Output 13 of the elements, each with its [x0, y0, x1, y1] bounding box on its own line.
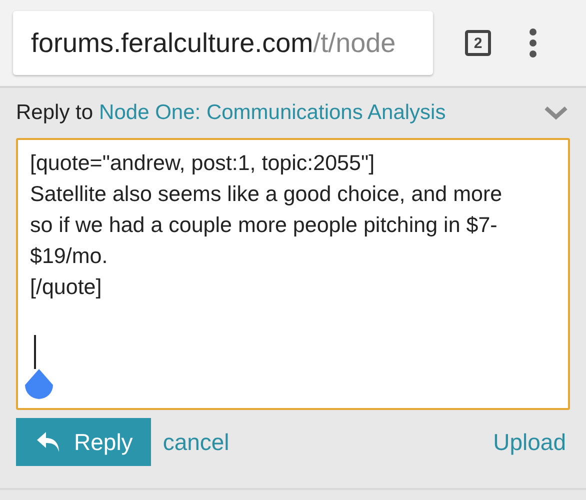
cancel-link[interactable]: cancel: [162, 428, 230, 456]
reply-editor[interactable]: [quote="andrew, post:1, topic:2055"] Satellite also seems like a good choice, and more so if we had a couple more people pitching in $7- $19/mo. [/quote]: [16, 138, 570, 410]
topic-link[interactable]: Node One: Communications Analysis: [99, 101, 446, 125]
url-path: /t/node: [313, 28, 396, 58]
reply-button[interactable]: Reply: [16, 418, 151, 466]
menu-icon[interactable]: [529, 28, 537, 58]
reply-label: Reply to: [16, 101, 94, 125]
address-bar[interactable]: forums.feralculture.com/t/node: [13, 11, 433, 75]
url-host: forums.feralculture.com: [31, 28, 314, 58]
chevron-down-icon[interactable]: [544, 106, 568, 120]
reply-arrow-icon: [36, 431, 62, 453]
upload-link[interactable]: Upload: [493, 428, 566, 456]
tab-count-button[interactable]: 2: [465, 30, 491, 56]
